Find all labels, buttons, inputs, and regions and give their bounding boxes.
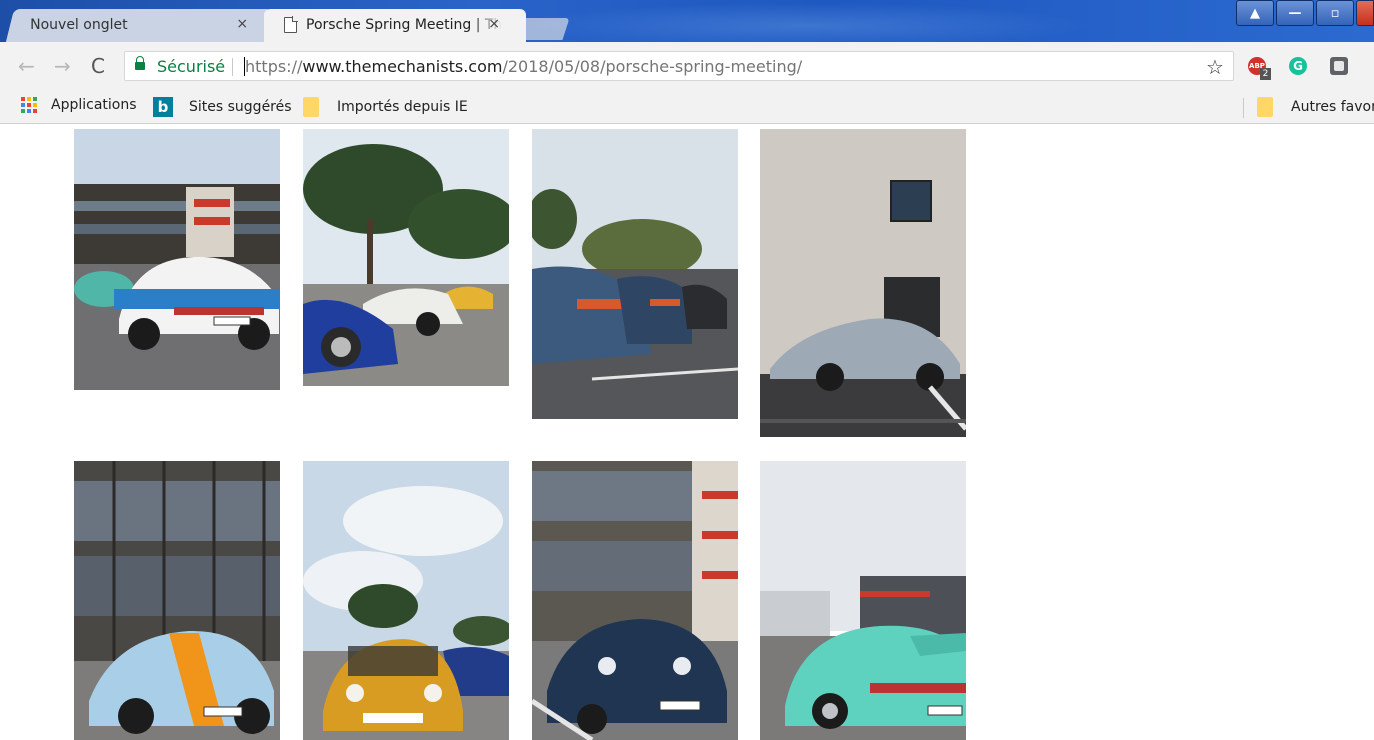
window-controls: ▲ — ▫	[1234, 0, 1374, 30]
bookmark-label: Importés depuis IE	[337, 99, 468, 115]
forward-arrow-icon[interactable]: →	[54, 54, 71, 78]
gallery-photo-2[interactable]	[303, 129, 509, 386]
photo-image	[532, 129, 738, 419]
gallery-photo-7[interactable]	[532, 461, 738, 740]
tab-porsche-spring-meeting[interactable]: Porsche Spring Meeting | The Mechanists …	[264, 9, 526, 42]
gallery-photo-3[interactable]	[532, 129, 738, 419]
grammarly-icon[interactable]: G	[1289, 57, 1307, 75]
tab-close-icon[interactable]: ×	[237, 16, 249, 32]
url-host: www.themechanists.com	[302, 57, 503, 76]
bookmark-label: Autres favoris	[1291, 99, 1374, 115]
bookmark-imported-ie[interactable]: Importés depuis IE	[303, 97, 468, 117]
tab-close-icon[interactable]: ×	[488, 16, 500, 32]
close-window-button[interactable]	[1356, 0, 1374, 26]
page-content	[0, 125, 1374, 740]
url-text[interactable]: https://www.themechanists.com/2018/05/08…	[245, 57, 802, 76]
gallery-photo-5[interactable]	[74, 461, 280, 740]
gallery-photo-8[interactable]	[760, 461, 966, 740]
bookmark-star-icon[interactable]: ☆	[1206, 55, 1224, 79]
adblock-count-badge: 2	[1260, 68, 1271, 80]
maximize-button[interactable]: ▫	[1316, 0, 1354, 26]
url-path: /2018/05/08/porsche-spring-meeting/	[502, 57, 803, 76]
extension-icon[interactable]	[1330, 57, 1348, 75]
folder-icon	[303, 97, 319, 117]
bookmarks-bar: Applications b Sites suggérés Importés d…	[0, 91, 1374, 124]
gallery-photo-1[interactable]	[74, 129, 280, 390]
minimize-button[interactable]: —	[1276, 0, 1314, 26]
titlebar-glow	[530, 2, 1090, 42]
lock-icon	[135, 56, 145, 70]
omnibox-divider	[232, 58, 233, 76]
bing-icon: b	[153, 97, 173, 117]
apps-grid-icon	[21, 97, 37, 113]
photo-image	[760, 461, 966, 740]
gallery-photo-6[interactable]	[303, 461, 509, 740]
photo-image	[760, 129, 966, 437]
photo-image	[303, 129, 509, 386]
folder-icon	[1257, 97, 1273, 117]
bookmark-suggested-sites[interactable]: b Sites suggérés	[153, 97, 292, 117]
photo-image	[74, 129, 280, 390]
browser-toolbar: ← → C Sécurisé https://www.themechanists…	[0, 42, 1374, 91]
photo-image	[532, 461, 738, 740]
address-bar[interactable]: Sécurisé https://www.themechanists.com/2…	[124, 51, 1234, 81]
photo-image	[303, 461, 509, 740]
secure-label: Sécurisé	[157, 57, 226, 76]
back-arrow-icon[interactable]: ←	[18, 54, 35, 78]
bookmark-other-favorites[interactable]: Autres favoris	[1257, 97, 1374, 117]
bookmark-label: Sites suggérés	[189, 99, 292, 115]
page-icon	[284, 16, 298, 33]
gallery-photo-4[interactable]	[760, 129, 966, 437]
url-scheme: https://	[245, 57, 303, 76]
photo-image	[74, 461, 280, 740]
window-titlebar: Nouvel onglet × Porsche Spring Meeting |…	[0, 0, 1374, 42]
bookmarks-divider	[1243, 98, 1244, 118]
tab-title: Porsche Spring Meeting | The Mechanists	[306, 17, 502, 33]
reload-icon[interactable]: C	[91, 54, 105, 78]
tab-title: Nouvel onglet	[30, 17, 128, 33]
user-profile-button[interactable]: ▲	[1236, 0, 1274, 26]
bookmark-applications[interactable]: Applications	[21, 97, 137, 113]
bookmark-label: Applications	[51, 97, 137, 113]
tab-new-tab[interactable]: Nouvel onglet ×	[5, 9, 273, 42]
